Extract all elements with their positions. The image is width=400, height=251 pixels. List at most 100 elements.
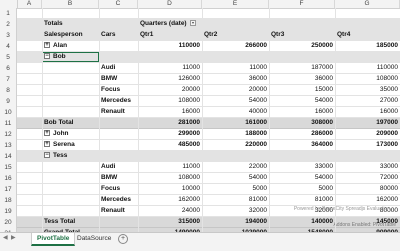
total-value-cell[interactable]: 308000 <box>269 118 335 128</box>
value-cell[interactable]: 33000 <box>335 162 400 172</box>
value-cell[interactable]: 108000 <box>335 74 400 84</box>
value-cell[interactable]: 11000 <box>138 162 202 172</box>
value-cell[interactable] <box>138 151 202 161</box>
value-cell[interactable]: 220000 <box>202 140 269 150</box>
row-number[interactable]: 2 <box>0 19 17 30</box>
car-cell[interactable]: Renault <box>99 206 138 216</box>
value-cell[interactable]: 16000 <box>335 107 400 117</box>
row-number[interactable]: 15 <box>0 162 17 173</box>
total-value-cell[interactable]: 281000 <box>138 118 202 128</box>
value-cell[interactable]: 126000 <box>138 74 202 84</box>
value-cell[interactable]: 187000 <box>269 63 335 73</box>
value-cell[interactable]: 16000 <box>269 107 335 117</box>
value-cell[interactable]: 299000 <box>138 129 202 139</box>
value-cell[interactable]: 33000 <box>269 162 335 172</box>
col-header-g[interactable]: G <box>335 0 400 8</box>
value-cell[interactable]: 20000 <box>202 85 269 95</box>
quarter-header[interactable]: Qtr4 <box>335 30 400 40</box>
value-cell[interactable] <box>269 52 335 62</box>
value-cell[interactable]: 5000 <box>202 184 269 194</box>
quarter-header[interactable]: Qtr1 <box>138 30 202 40</box>
value-cell[interactable] <box>202 151 269 161</box>
value-cell[interactable]: 35000 <box>335 85 400 95</box>
value-cell[interactable]: 36000 <box>269 74 335 84</box>
car-cell[interactable]: BMW <box>99 173 138 183</box>
value-cell[interactable]: 54000 <box>202 173 269 183</box>
salesperson-cell[interactable]: + John <box>42 129 99 139</box>
cars-field-header[interactable]: Cars <box>99 30 138 40</box>
row-number[interactable]: 13 <box>0 140 17 151</box>
quarter-header[interactable]: Qtr3 <box>269 30 335 40</box>
car-cell[interactable]: Audi <box>99 162 138 172</box>
value-cell[interactable] <box>335 151 400 161</box>
value-cell[interactable]: 110000 <box>138 41 202 51</box>
row-number[interactable]: 11 <box>0 118 17 129</box>
value-cell[interactable]: 364000 <box>269 140 335 150</box>
car-cell[interactable]: Audi <box>99 63 138 73</box>
value-cell[interactable]: 185000 <box>335 41 400 51</box>
select-all-corner[interactable] <box>0 0 18 8</box>
car-cell[interactable]: Renault <box>99 107 138 117</box>
value-cell[interactable]: 15000 <box>269 85 335 95</box>
value-cell[interactable]: 80000 <box>335 184 400 194</box>
value-cell[interactable]: 162000 <box>138 195 202 205</box>
col-header-a[interactable]: A <box>17 0 42 8</box>
total-value-cell[interactable]: 140000 <box>269 217 335 227</box>
spreadsheet-grid[interactable]: A B C D E F G 1 2 Totals Quarters (date) 3 Sa… <box>0 0 400 232</box>
collapse-icon[interactable]: − <box>44 152 50 159</box>
value-cell[interactable]: 108000 <box>138 96 202 106</box>
row-number[interactable]: 1 <box>0 8 17 19</box>
value-cell[interactable] <box>138 52 202 62</box>
car-cell[interactable]: Mercedes <box>99 195 138 205</box>
value-cell[interactable]: 36000 <box>202 74 269 84</box>
row-number[interactable]: 19 <box>0 206 17 217</box>
quarters-filter-dropdown-icon[interactable] <box>189 20 196 27</box>
row-number[interactable]: 14 <box>0 151 17 162</box>
value-cell[interactable]: 188000 <box>202 129 269 139</box>
row-number[interactable]: 17 <box>0 184 17 195</box>
collapse-icon[interactable]: − <box>44 53 50 60</box>
tab-scroll-left-icon[interactable]: ◀ <box>3 233 9 244</box>
value-cell[interactable]: 40000 <box>202 107 269 117</box>
car-cell[interactable]: Focus <box>99 85 138 95</box>
value-cell[interactable] <box>335 52 400 62</box>
value-cell[interactable]: 108000 <box>138 173 202 183</box>
car-cell[interactable]: Focus <box>99 184 138 194</box>
col-header-b[interactable]: B <box>42 0 99 8</box>
col-header-c[interactable]: C <box>99 0 138 8</box>
row-number[interactable]: 6 <box>0 63 17 74</box>
value-cell[interactable]: 72000 <box>335 173 400 183</box>
row-field-header[interactable]: Salesperson <box>42 30 99 40</box>
value-cell[interactable]: 162000 <box>335 195 400 205</box>
col-header-d[interactable]: D <box>138 0 202 8</box>
value-cell[interactable]: 11000 <box>202 63 269 73</box>
subtotal-label[interactable]: Tess Total <box>42 217 138 227</box>
col-header-f[interactable]: F <box>269 0 335 8</box>
value-cell[interactable]: 54000 <box>202 96 269 106</box>
salesperson-cell[interactable]: − Tess <box>42 151 99 161</box>
salesperson-cell[interactable]: + Serena <box>42 140 99 150</box>
expand-icon[interactable]: + <box>44 42 50 49</box>
row-number[interactable]: 8 <box>0 85 17 96</box>
row-number[interactable]: 5 <box>0 52 17 63</box>
salesperson-cell[interactable]: − Bob <box>42 52 99 62</box>
value-cell[interactable]: 209000 <box>335 129 400 139</box>
value-cell[interactable]: 5000 <box>269 184 335 194</box>
expand-icon[interactable]: + <box>44 130 50 137</box>
row-number[interactable]: 4 <box>0 41 17 52</box>
value-cell[interactable]: 32000 <box>202 206 269 216</box>
car-cell[interactable]: BMW <box>99 74 138 84</box>
value-cell[interactable]: 16000 <box>138 107 202 117</box>
value-cell[interactable]: 54000 <box>269 173 335 183</box>
tab-datasource[interactable]: DataSource <box>72 233 116 244</box>
value-cell[interactable]: 81000 <box>202 195 269 205</box>
value-cell[interactable] <box>202 52 269 62</box>
add-sheet-icon[interactable]: + <box>118 234 128 244</box>
row-number[interactable]: 12 <box>0 129 17 140</box>
col-header-e[interactable]: E <box>202 0 269 8</box>
quarter-header[interactable]: Qtr2 <box>202 30 269 40</box>
value-cell[interactable]: 10000 <box>138 184 202 194</box>
value-cell[interactable]: 20000 <box>138 85 202 95</box>
row-number[interactable]: 9 <box>0 96 17 107</box>
value-cell[interactable]: 110000 <box>335 63 400 73</box>
